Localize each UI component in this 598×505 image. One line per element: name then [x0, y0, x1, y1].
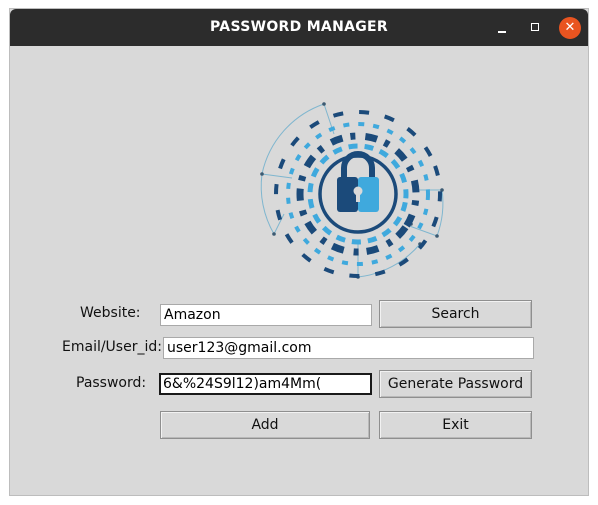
password-input[interactable]: [159, 373, 372, 395]
website-label: Website:: [80, 305, 141, 321]
title-bar[interactable]: PASSWORD MANAGER ✕: [10, 9, 588, 46]
maximize-icon: [531, 23, 539, 31]
password-label: Password:: [76, 375, 147, 391]
add-button[interactable]: Add: [160, 411, 370, 439]
generate-password-button[interactable]: Generate Password: [379, 370, 532, 398]
app-window: PASSWORD MANAGER ✕ Website: Amazon Searc…: [9, 8, 589, 496]
close-icon: ✕: [564, 20, 576, 35]
close-button[interactable]: ✕: [559, 17, 581, 39]
minimize-button[interactable]: [491, 17, 513, 39]
email-input[interactable]: [163, 337, 534, 359]
email-label: Email/User_id:: [62, 339, 162, 355]
minimize-icon: [498, 31, 506, 33]
exit-button[interactable]: Exit: [379, 411, 532, 439]
maximize-button[interactable]: [525, 17, 547, 39]
website-input[interactable]: [160, 304, 372, 326]
search-button[interactable]: Search: [379, 300, 532, 328]
padlock-logo-icon: [260, 102, 444, 279]
